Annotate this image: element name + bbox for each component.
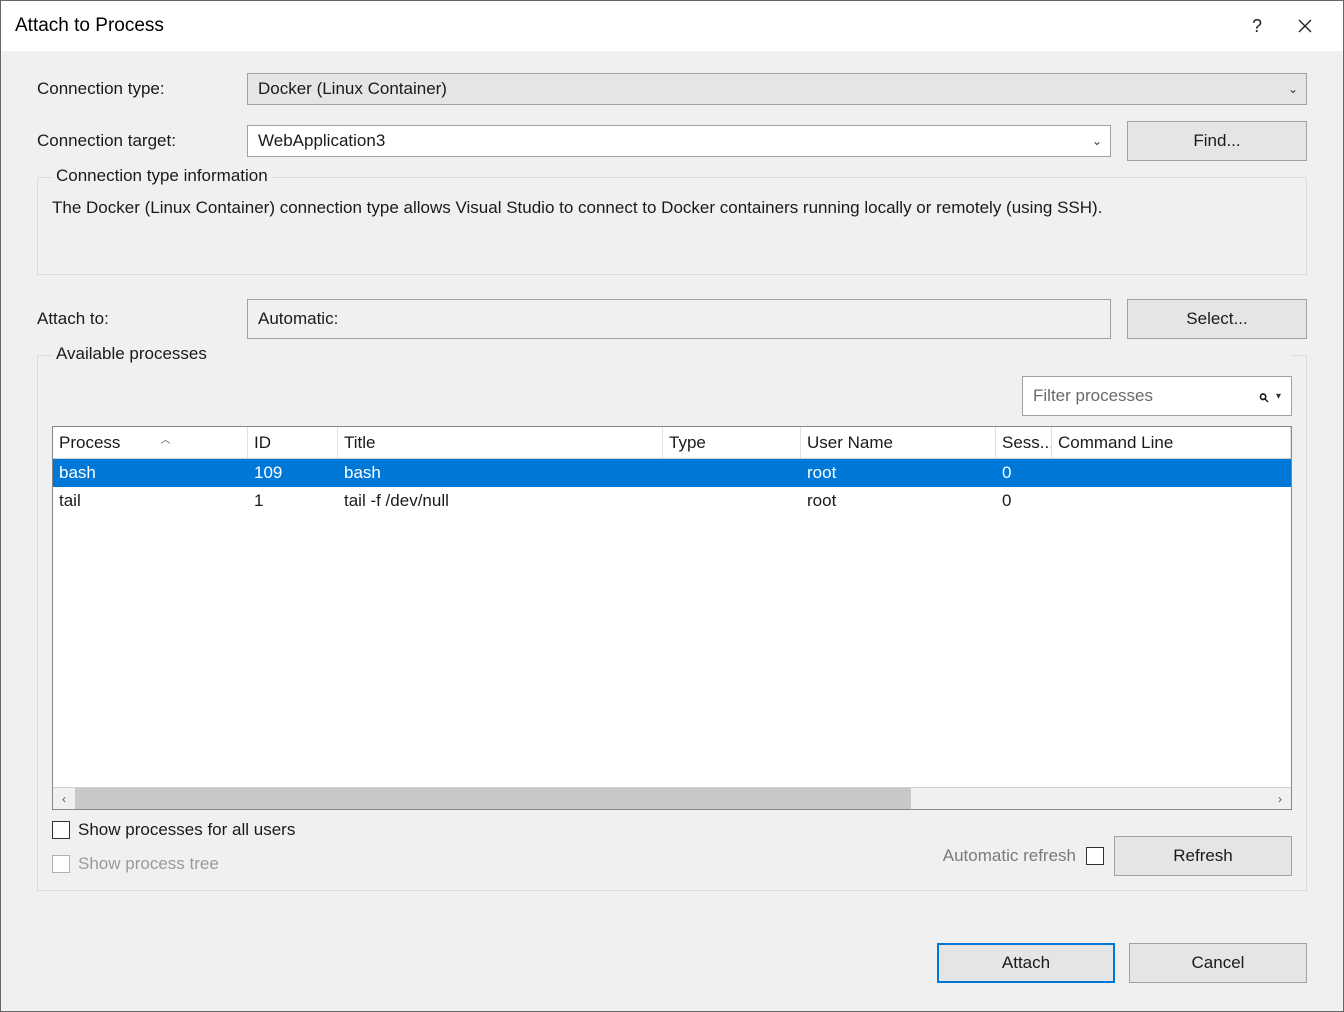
connection-type-value: Docker (Linux Container) xyxy=(258,79,447,99)
chevron-down-icon: ⌄ xyxy=(1092,134,1102,148)
scroll-left-icon[interactable]: ‹ xyxy=(53,788,75,810)
sort-asc-icon: ︿ xyxy=(160,431,170,446)
table-row[interactable]: tail1tail -f /dev/null root0 xyxy=(53,487,1291,515)
table-row[interactable]: bash109bash root0 xyxy=(53,459,1291,487)
select-button[interactable]: Select... xyxy=(1127,299,1307,339)
col-title[interactable]: Title xyxy=(338,427,663,458)
cell: tail xyxy=(53,491,248,511)
auto-refresh-checkbox[interactable] xyxy=(1086,847,1104,865)
connection-target-combo[interactable]: WebApplication3 ⌄ xyxy=(247,125,1111,157)
show-all-users-checkbox[interactable]: Show processes for all users xyxy=(52,820,295,840)
info-text: The Docker (Linux Container) connection … xyxy=(52,198,1292,266)
cell: bash xyxy=(53,463,248,483)
available-legend: Available processes xyxy=(52,344,1292,364)
cell: bash xyxy=(338,463,663,483)
cell: root xyxy=(801,491,996,511)
connection-type-info-group: Connection type information The Docker (… xyxy=(37,177,1307,275)
connection-target-value: WebApplication3 xyxy=(258,131,385,151)
col-id[interactable]: ID xyxy=(248,427,338,458)
scroll-thumb[interactable] xyxy=(75,788,911,809)
cell: 0 xyxy=(996,491,1052,511)
available-processes-group: Available processes ⌕ ▾ Process︿ ID Titl… xyxy=(37,355,1307,891)
attach-to-label: Attach to: xyxy=(37,309,247,329)
col-type[interactable]: Type xyxy=(663,427,801,458)
refresh-button[interactable]: Refresh xyxy=(1114,836,1292,876)
col-session[interactable]: Sess... xyxy=(996,427,1052,458)
show-process-tree-checkbox: Show process tree xyxy=(52,854,295,874)
cell: 0 xyxy=(996,463,1052,483)
connection-type-combo[interactable]: Docker (Linux Container) ⌄ xyxy=(247,73,1307,105)
checkbox-icon[interactable] xyxy=(52,821,70,839)
checkbox-icon xyxy=(52,855,70,873)
col-cmd[interactable]: Command Line xyxy=(1052,427,1291,458)
filter-input[interactable] xyxy=(1033,386,1258,406)
table-header: Process︿ ID Title Type User Name Sess...… xyxy=(53,427,1291,459)
connection-target-label: Connection target: xyxy=(37,131,247,151)
cell: 109 xyxy=(248,463,338,483)
search-icon[interactable]: ⌕ xyxy=(1258,386,1268,407)
cell: root xyxy=(801,463,996,483)
horizontal-scrollbar[interactable]: ‹ › xyxy=(53,787,1291,809)
cell: 1 xyxy=(248,491,338,511)
find-button[interactable]: Find... xyxy=(1127,121,1307,161)
cell: tail -f /dev/null xyxy=(338,491,663,511)
chevron-down-icon: ⌄ xyxy=(1288,82,1298,96)
connection-type-label: Connection type: xyxy=(37,79,247,99)
titlebar: Attach to Process ? xyxy=(1,1,1343,51)
chevron-down-icon[interactable]: ▾ xyxy=(1276,391,1281,402)
attach-to-value: Automatic: xyxy=(247,299,1111,339)
scroll-track[interactable] xyxy=(75,788,1269,809)
process-table[interactable]: Process︿ ID Title Type User Name Sess...… xyxy=(52,426,1292,810)
help-icon[interactable]: ? xyxy=(1233,6,1281,46)
col-user[interactable]: User Name xyxy=(801,427,996,458)
attach-button[interactable]: Attach xyxy=(937,943,1115,983)
scroll-right-icon[interactable]: › xyxy=(1269,788,1291,810)
info-legend: Connection type information xyxy=(52,166,272,186)
col-process[interactable]: Process︿ xyxy=(53,427,248,458)
close-icon[interactable] xyxy=(1281,6,1329,46)
filter-processes-input[interactable]: ⌕ ▾ xyxy=(1022,376,1292,416)
dialog-title: Attach to Process xyxy=(15,15,164,37)
auto-refresh-label: Automatic refresh xyxy=(943,846,1076,866)
cancel-button[interactable]: Cancel xyxy=(1129,943,1307,983)
